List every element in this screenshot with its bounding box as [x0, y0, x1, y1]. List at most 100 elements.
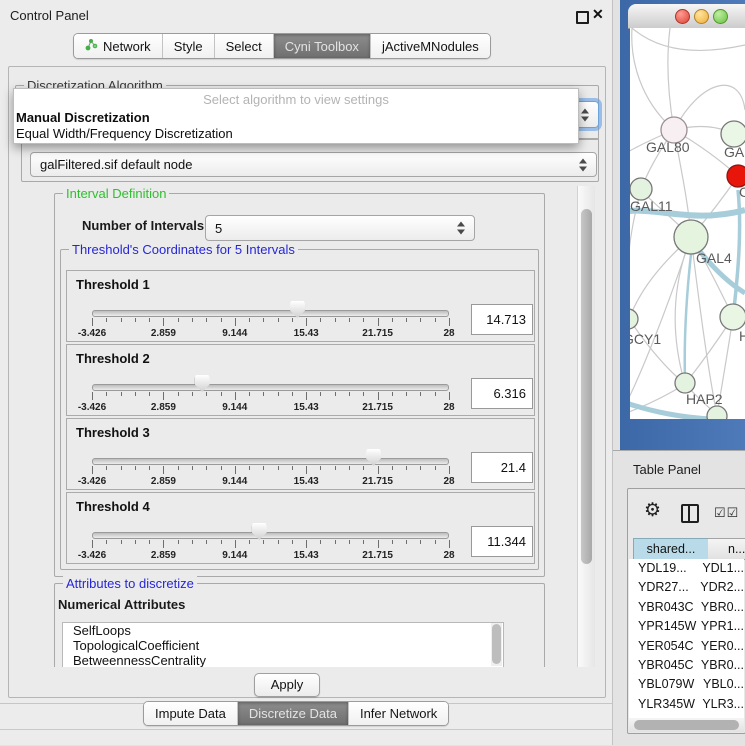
table-cell[interactable]: YER0... [700, 637, 744, 656]
scale-label: 15.43 [294, 476, 319, 487]
table-cell[interactable]: YDL19... [629, 559, 701, 578]
table-data-combobox[interactable]: galFiltered.sif default node [30, 152, 597, 177]
table-cell[interactable]: YBL0... [702, 675, 744, 694]
network-nodes[interactable] [630, 117, 745, 419]
float-panel-icon[interactable] [576, 11, 589, 24]
scale-label: -3.426 [78, 476, 106, 487]
table-cell[interactable]: YDL1... [701, 559, 744, 578]
table-cell[interactable]: YBL079W [629, 675, 702, 694]
network-canvas[interactable]: GAL80 GA C GAL11 GAL4 GCY1 H HAP2 [630, 28, 745, 419]
tick-mark [320, 466, 321, 470]
combo-arrows-icon [457, 222, 466, 235]
minimize-traffic-light[interactable] [694, 9, 709, 24]
table-row[interactable]: YBR045CYBR0... [629, 656, 744, 675]
table-cell[interactable]: YDR27... [629, 578, 699, 597]
table-toolbar: ⚙ ☑☑ [628, 489, 745, 537]
table-cell[interactable]: YER054C [629, 637, 700, 656]
scrollbar-thumb[interactable] [634, 720, 739, 730]
table-row[interactable]: YPR145WYPR1... [629, 617, 744, 636]
table-cell[interactable]: YBR0... [700, 598, 744, 617]
attribute-list-item[interactable]: SelfLoops [63, 623, 503, 638]
tick-mark [378, 466, 379, 474]
table-cell[interactable]: YDR2... [699, 578, 744, 597]
threshold-4-slider[interactable]: -3.4262.8599.14415.4321.71528 [92, 493, 449, 563]
tab-infer-network[interactable]: Infer Network [349, 702, 448, 725]
table-row[interactable]: YDL19...YDL1... [629, 559, 744, 578]
number-of-intervals-combobox[interactable]: 5 [205, 215, 475, 241]
tick-mark [449, 540, 450, 548]
tab-network[interactable]: Network [74, 34, 163, 58]
tab-cyni-toolbox[interactable]: Cyni Toolbox [274, 34, 371, 58]
attributes-group: Attributes to discretize Numerical Attri… [54, 583, 545, 667]
settings-vertical-scrollbar[interactable] [577, 186, 595, 667]
slider-track[interactable] [92, 310, 449, 317]
threshold-3-slider[interactable]: -3.4262.8599.14415.4321.71528 [92, 419, 449, 489]
tab-jactivemnodules[interactable]: jActiveMNodules [371, 34, 490, 58]
tab-style[interactable]: Style [163, 34, 215, 58]
threshold-2-value-field[interactable]: 6.316 [471, 378, 533, 409]
table-row[interactable]: YDR27...YDR2... [629, 578, 744, 597]
attribute-list-item[interactable]: BetweennessCentrality [63, 653, 503, 667]
tick-mark [178, 540, 179, 544]
scrollbar-thumb[interactable] [492, 624, 501, 664]
tab-impute-data[interactable]: Impute Data [144, 702, 238, 725]
numerical-attributes-list[interactable]: SelfLoopsTopologicalCoefficientBetweenne… [62, 622, 504, 667]
table-cell[interactable]: YLR345W [629, 695, 701, 714]
threshold-4-value-field[interactable]: 11.344 [471, 526, 533, 557]
slider-track[interactable] [92, 532, 449, 539]
zoom-traffic-light[interactable] [713, 9, 728, 24]
table-row[interactable]: YBR043CYBR0... [629, 598, 744, 617]
node-gal4[interactable] [674, 220, 708, 254]
scale-label: 21.715 [362, 402, 393, 413]
table-cell[interactable]: YBR0... [700, 656, 744, 675]
tick-mark [335, 540, 336, 544]
tick-mark [406, 392, 407, 396]
node-h[interactable] [720, 304, 745, 330]
table-cell[interactable]: YPR145W [629, 617, 700, 636]
scrollbar-thumb[interactable] [581, 209, 592, 564]
slider-track[interactable] [92, 384, 449, 391]
tick-mark [192, 392, 193, 396]
columns-icon[interactable] [681, 504, 699, 523]
table-cell[interactable]: YBR043C [629, 598, 700, 617]
attribute-list-item[interactable]: TopologicalCoefficient [63, 638, 503, 653]
gear-icon[interactable]: ⚙ [644, 499, 661, 522]
option-manual-discretization[interactable]: Manual Discretization [14, 110, 578, 126]
table-horizontal-scrollbar[interactable] [629, 718, 744, 732]
tick-mark [349, 318, 350, 322]
tick-mark [335, 392, 336, 396]
threshold-3-value-field[interactable]: 21.4 [471, 452, 533, 483]
column-header-name[interactable]: n... [708, 538, 745, 560]
node-hap2[interactable] [675, 373, 695, 393]
scale-label: 21.715 [362, 328, 393, 339]
attributes-list-scrollbar[interactable] [491, 623, 502, 666]
tick-mark [235, 392, 236, 400]
column-header-shared-name[interactable]: shared... [633, 538, 709, 560]
node-label: H [739, 328, 745, 344]
node-gal11[interactable] [630, 178, 652, 200]
table-row[interactable]: YBL079WYBL0... [629, 675, 744, 694]
tick-mark [363, 318, 364, 322]
close-icon[interactable]: ✕ [592, 6, 604, 22]
tab-select[interactable]: Select [215, 34, 274, 58]
threshold-1-slider[interactable]: -3.4262.8599.14415.4321.71528 [92, 271, 449, 341]
slider-track[interactable] [92, 458, 449, 465]
interval-definition-group: Interval Definition Number of Intervals … [54, 193, 545, 577]
table-cell[interactable]: YLR3... [701, 695, 744, 714]
table-cell[interactable]: YPR1... [700, 617, 744, 636]
threshold-1-value-field[interactable]: 14.713 [471, 304, 533, 335]
threshold-2-slider[interactable]: -3.4262.8599.14415.4321.71528 [92, 345, 449, 415]
network-window-titlebar[interactable] [628, 4, 745, 29]
tick-mark [221, 466, 222, 470]
tab-discretize-data[interactable]: Discretize Data [238, 702, 349, 725]
table-body[interactable]: YDL19...YDL1...YDR27...YDR2...YBR043CYBR… [629, 559, 744, 718]
table-row[interactable]: YER054CYER0... [629, 637, 744, 656]
tick-mark [163, 318, 164, 326]
select-checkboxes-icon[interactable]: ☑☑ [714, 505, 739, 521]
node-gcy1[interactable] [630, 309, 638, 329]
apply-button[interactable]: Apply [254, 673, 320, 697]
table-cell[interactable]: YBR045C [629, 656, 700, 675]
table-row[interactable]: YLR345WYLR3... [629, 695, 744, 714]
option-equal-width-frequency[interactable]: Equal Width/Frequency Discretization [14, 126, 578, 142]
close-traffic-light[interactable] [675, 9, 690, 24]
